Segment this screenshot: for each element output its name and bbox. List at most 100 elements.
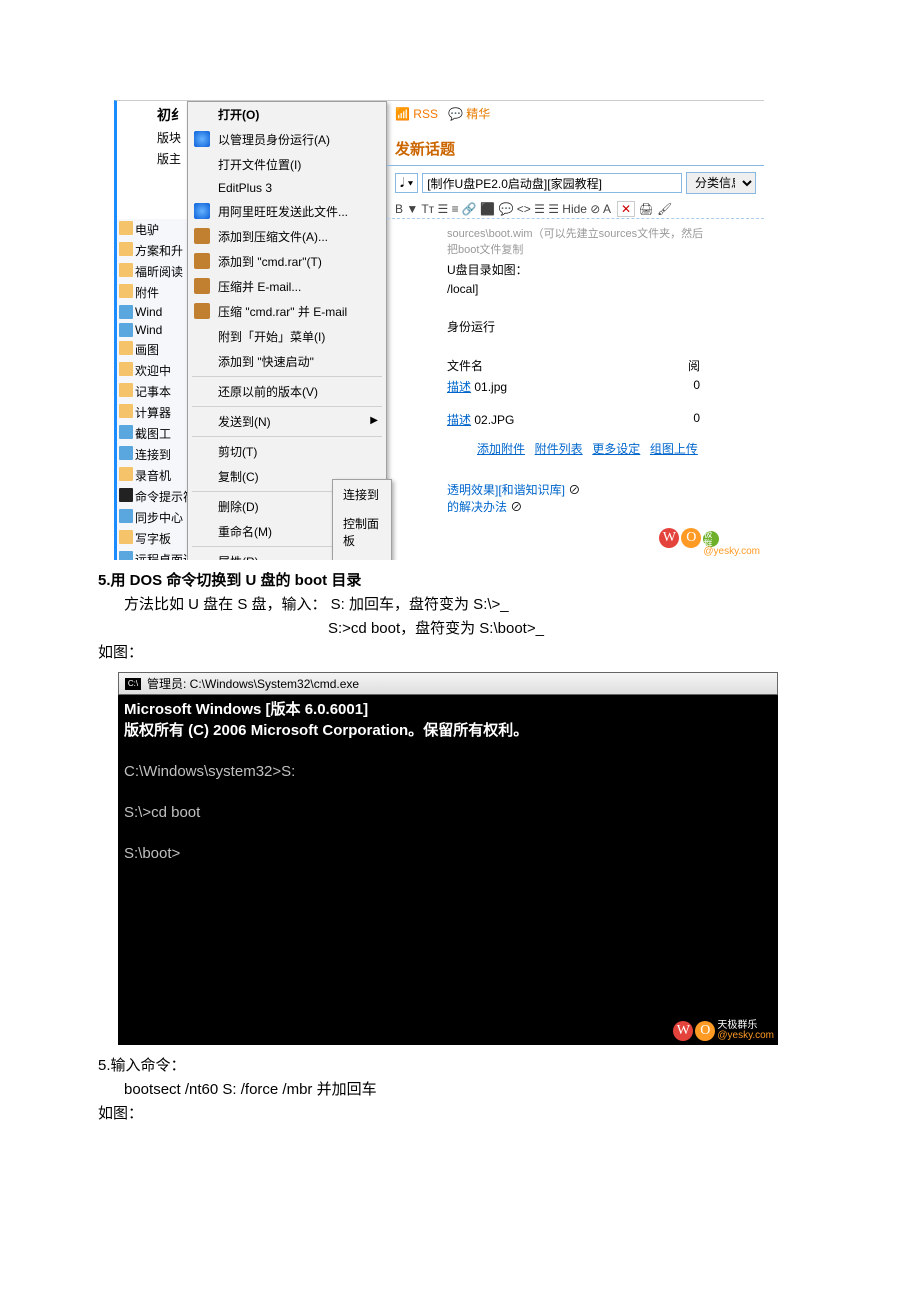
file-row: 描述 02.JPG 0: [447, 409, 704, 430]
more-settings-link[interactable]: 更多设定: [592, 442, 640, 456]
menu-run-as-admin[interactable]: 以管理员身份运行(A): [188, 127, 386, 152]
document-text: 5.输入命令： bootsect /nt60 S: /force /mbr 并加…: [98, 1055, 798, 1125]
table-header: 文件名阅: [447, 355, 704, 376]
post-header-row: 𝅘𝅥 ▾ 分类信息: [387, 166, 764, 200]
sidebar-item[interactable]: 截图工: [117, 423, 187, 444]
sidebar-item[interactable]: 附件: [117, 282, 187, 303]
submenu-control-panel[interactable]: 控制面板: [333, 509, 391, 555]
menu-separator: [192, 376, 382, 377]
toolbar-print-icon[interactable]: 🖨: [638, 202, 653, 216]
sidebar-item[interactable]: 画图: [117, 339, 187, 360]
cmd-console[interactable]: Microsoft Windows [版本 6.0.6001] 版权所有 (C)…: [118, 695, 778, 1045]
footer-link[interactable]: 透明效果][和谐知识库]: [447, 483, 565, 497]
sidebar-item[interactable]: 计算器: [117, 402, 187, 423]
archive-icon: [194, 303, 210, 319]
sidebar-item[interactable]: Wind: [117, 303, 187, 321]
file-link[interactable]: 描述: [447, 413, 471, 427]
watermark-yesky: WO 天极群乐 @yesky.com: [665, 1000, 774, 1041]
menu-open[interactable]: 打开(O): [188, 102, 386, 127]
start-right-submenu: 连接到 控制面板 默认程序: [332, 479, 392, 560]
menu-pin-start[interactable]: 附到「开始」菜单(I): [188, 324, 386, 349]
screenshot-cmd-window: C:\ 管理员: C:\Windows\System32\cmd.exe Mic…: [118, 672, 778, 1045]
attachment-bar: 添加附件 附件列表 更多设定 组图上传: [387, 434, 764, 463]
menu-open-file-location[interactable]: 打开文件位置(I): [188, 152, 386, 177]
body-line: /local]: [447, 280, 704, 298]
cmd-line: S:\boot>: [124, 845, 180, 862]
new-topic-heading: 发新话题: [387, 126, 764, 166]
submenu-connect-to[interactable]: 连接到: [333, 480, 391, 509]
post-body[interactable]: sources\boot.wim（可以先建立sources文件夹，然后把boot…: [387, 219, 764, 434]
sidebar-item[interactable]: 方案和升: [117, 240, 187, 261]
watermark-yesky: WO 天极群乐 @yesky.com: [659, 518, 760, 557]
sidebar-item[interactable]: 录音机: [117, 465, 187, 486]
cmd-titlebar: C:\ 管理员: C:\Windows\System32\cmd.exe: [118, 672, 778, 695]
menu-cut[interactable]: 剪切(T): [188, 439, 386, 464]
cmd-line: C:\Windows\system32>S:: [124, 763, 295, 780]
footer-links: 透明效果][和谐知识库] ⊘ 的解决办法 ⊘: [387, 463, 764, 519]
post-category-select[interactable]: 分类信息: [686, 172, 756, 194]
post-title-input[interactable]: [422, 173, 682, 193]
group-upload-link[interactable]: 组图上传: [650, 442, 698, 456]
body-line: U盘目录如图：: [447, 259, 704, 280]
start-menu-programs-list: 电驴 方案和升 福昕阅读 附件 Wind Wind 画图 欢迎中 记事本 计算器…: [117, 219, 187, 560]
editor-toolbar[interactable]: B ▼ Tᴛ ☰ ≡ 🔗 ⬛ 💬 <> ☰ ☰ Hide ⊘ A ✕ 🖨 🖌: [387, 200, 764, 219]
toolbar-close-icon[interactable]: ✕: [617, 201, 635, 217]
sidebar-item-cmd[interactable]: 命令提示符: [117, 486, 187, 507]
rss-link[interactable]: 📶 RSS: [395, 107, 438, 121]
sidebar-item[interactable]: 同步中心: [117, 507, 187, 528]
forum-editor-panel: 📶 RSS 💬 精华 发新话题 𝅘𝅥 ▾ 分类信息 B ▼ Tᴛ ☰ ≡ 🔗 ⬛…: [387, 101, 764, 560]
menu-send-to[interactable]: 发送到(N)▶: [188, 409, 386, 434]
menu-separator: [192, 436, 382, 437]
sidebar-item[interactable]: 电驴: [117, 219, 187, 240]
archive-icon: [194, 278, 210, 294]
sidebar-item[interactable]: 福昕阅读: [117, 261, 187, 282]
document-text: 5.用 DOS 命令切换到 U 盘的 boot 目录 方法比如 U 盘在 S 盘…: [98, 570, 798, 664]
menu-add-to-archive[interactable]: 添加到压缩文件(A)...: [188, 224, 386, 249]
archive-icon: [194, 253, 210, 269]
cmd-line: S:\>cd boot: [124, 804, 200, 821]
menu-compress-cmdrar-email[interactable]: 压缩 "cmd.rar" 并 E-mail: [188, 299, 386, 324]
footer-link[interactable]: 的解决办法: [447, 500, 507, 514]
sidebar-item[interactable]: 欢迎中: [117, 360, 187, 381]
cmd-line: 版权所有 (C) 2006 Microsoft Corporation。保留所有…: [124, 722, 528, 739]
left-pane: 初纟 版块 版主 电驴 方案和升 福昕阅读 附件 Wind Wind 画图 欢迎…: [117, 101, 382, 560]
screenshot-windows-context-forum: 初纟 版块 版主 电驴 方案和升 福昕阅读 附件 Wind Wind 画图 欢迎…: [114, 100, 764, 560]
add-attachment-link[interactable]: 添加附件: [477, 442, 525, 456]
step-5-heading: 5.用 DOS 命令切换到 U 盘的 boot 目录: [98, 570, 798, 592]
body-line: 身份运行: [447, 316, 704, 337]
sidebar-item[interactable]: 记事本: [117, 381, 187, 402]
file-link[interactable]: 描述: [447, 380, 471, 394]
step-5b-cmd: bootsect /nt60 S: /force /mbr 并加回车: [98, 1079, 798, 1101]
sidebar-item[interactable]: 远程桌面连接: [117, 549, 187, 560]
as-fig-label: 如图：: [98, 642, 798, 664]
menu-compress-email[interactable]: 压缩并 E-mail...: [188, 274, 386, 299]
menu-add-quick-launch[interactable]: 添加到 "快速启动": [188, 349, 386, 374]
submenu-arrow-icon: ▶: [370, 415, 378, 426]
menu-add-to-cmdrar[interactable]: 添加到 "cmd.rar"(T): [188, 249, 386, 274]
tip-line: sources\boot.wim（可以先建立sources文件夹，然后把boot…: [447, 223, 704, 259]
attachment-list-link[interactable]: 附件列表: [535, 442, 583, 456]
step-5-method2: S:>cd boot，盘符变为 S:\boot>_: [98, 618, 798, 640]
menu-separator: [192, 406, 382, 407]
forum-topbar: 📶 RSS 💬 精华: [387, 101, 764, 126]
sidebar-item[interactable]: 连接到: [117, 444, 187, 465]
sidebar-item[interactable]: Wind: [117, 321, 187, 339]
cmd-icon: C:\: [125, 678, 141, 690]
shield-icon: [194, 131, 210, 147]
menu-editplus[interactable]: EditPlus 3: [188, 177, 386, 199]
font-select-icon[interactable]: 𝅘𝅥 ▾: [395, 173, 418, 193]
step-5-method: 方法比如 U 盘在 S 盘，输入： S: 加回车，盘符变为 S:\>_: [98, 594, 798, 616]
toolbar-brush-icon[interactable]: 🖌: [657, 202, 672, 216]
cmd-title-text: 管理员: C:\Windows\System32\cmd.exe: [147, 675, 359, 692]
cmd-line: Microsoft Windows [版本 6.0.6001]: [124, 701, 368, 718]
essence-link[interactable]: 💬 精华: [448, 107, 490, 121]
archive-icon: [194, 228, 210, 244]
submenu-default-programs[interactable]: 默认程序: [333, 555, 391, 560]
menu-aliwangwang-send[interactable]: 用阿里旺旺发送此文件...: [188, 199, 386, 224]
wangwang-icon: [194, 203, 210, 219]
step-5b-heading: 5.输入命令：: [98, 1055, 798, 1077]
file-row: 描述 01.jpg 0: [447, 376, 704, 397]
menu-restore-versions[interactable]: 还原以前的版本(V): [188, 379, 386, 404]
as-fig-label2: 如图：: [98, 1103, 798, 1125]
sidebar-item[interactable]: 写字板: [117, 528, 187, 549]
